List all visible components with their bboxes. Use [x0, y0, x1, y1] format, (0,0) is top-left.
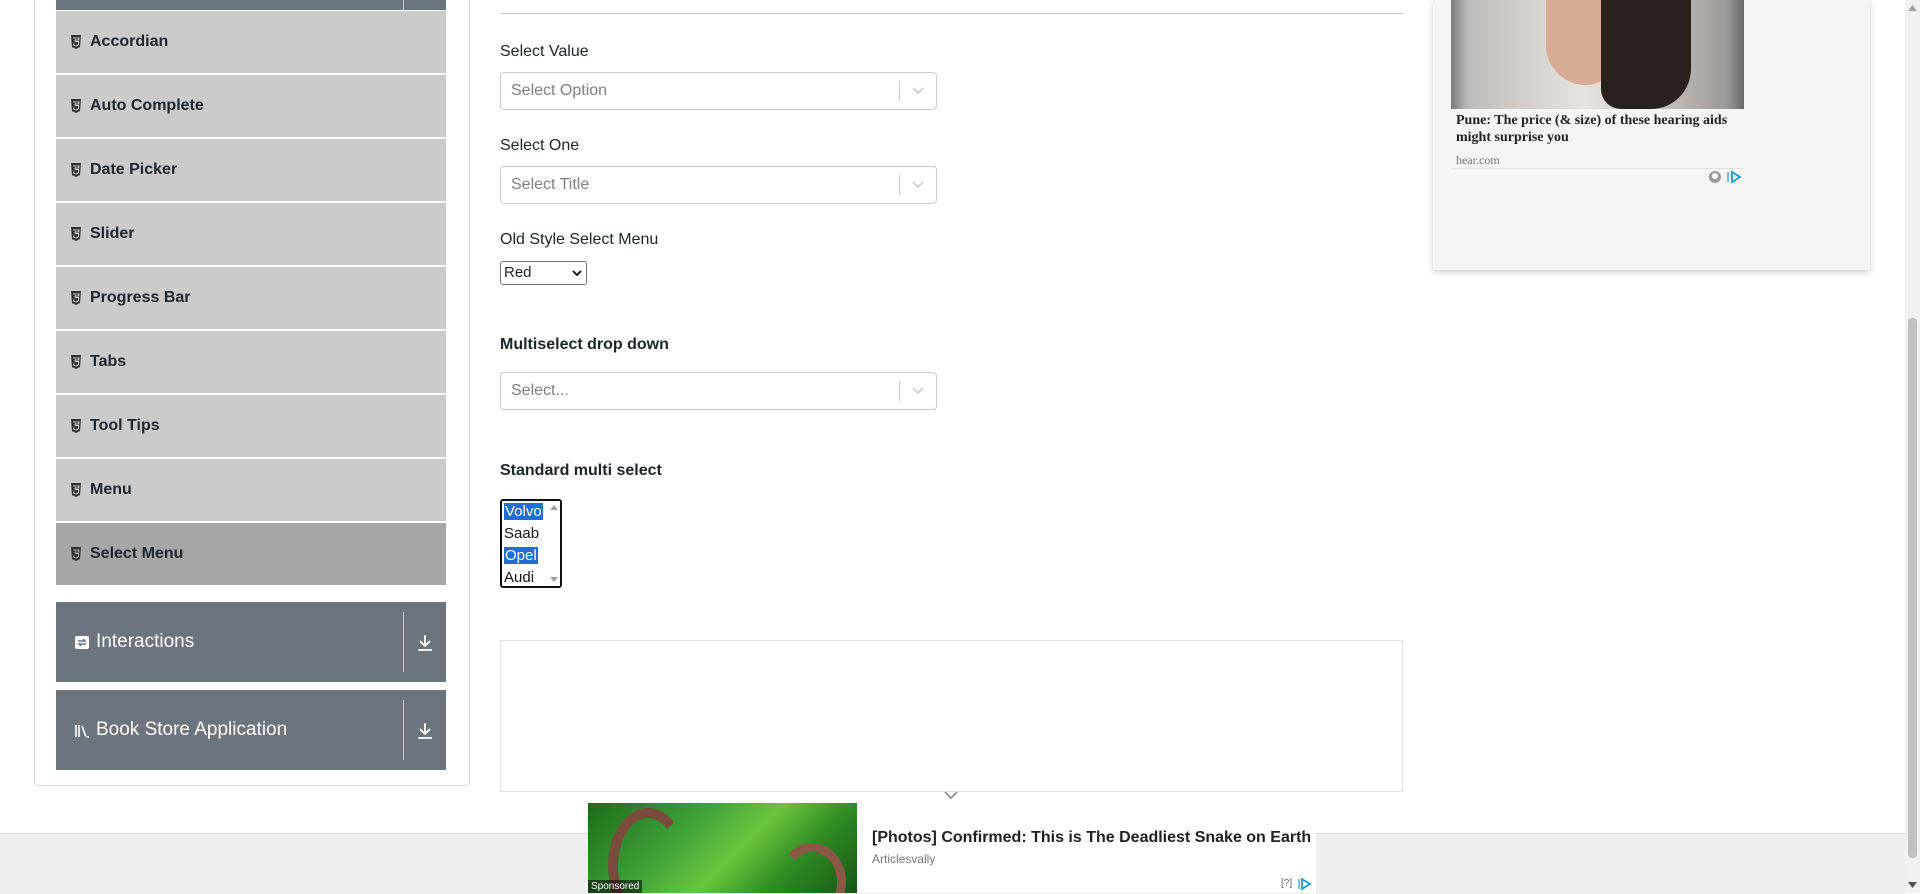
sidebar-item-slider[interactable]: Slider [56, 203, 446, 265]
scroll-down-icon[interactable] [550, 577, 558, 583]
sidebar-item-accordian[interactable]: Accordian [56, 11, 446, 73]
scrollbar[interactable] [548, 501, 560, 586]
sidebar-item-label: Accordian [90, 33, 169, 50]
sidebar-item-progress-bar[interactable]: Progress Bar [56, 267, 446, 329]
sidebar-group-interactions[interactable]: Interactions [56, 602, 446, 682]
ad-headline[interactable]: Pune: The price (& size) of these hearin… [1456, 112, 1746, 146]
adchoices-icon[interactable] [1708, 170, 1744, 184]
divider [1451, 168, 1744, 169]
chevron-down-icon[interactable] [943, 790, 959, 800]
html5-icon [71, 227, 81, 241]
scrollbar-thumb[interactable] [1908, 318, 1917, 858]
indicator-separator [899, 81, 900, 101]
ad-headline[interactable]: [Photos] Confirmed: This is The Deadlies… [872, 829, 1311, 847]
sidebar-item-menu[interactable]: Menu [56, 459, 446, 521]
dropdown-placeholder: Select Title [511, 176, 590, 193]
sidebar-group-book-store[interactable]: Book Store Application [56, 690, 446, 770]
html5-icon [71, 547, 81, 561]
select-value-label: Select Value [500, 43, 589, 60]
html5-icon [71, 355, 81, 369]
sidebar-item-label: Tool Tips [90, 417, 160, 434]
interactions-icon [75, 636, 89, 649]
html5-icon [71, 99, 81, 113]
select-one-dropdown[interactable]: Select Title [500, 166, 937, 204]
divider [500, 13, 1404, 14]
divider [403, 0, 404, 10]
old-style-label: Old Style Select Menu [500, 231, 659, 248]
indicator-separator [899, 381, 900, 401]
sidebar-item-label: Date Picker [90, 161, 178, 178]
ad-help-link[interactable]: [?] [1281, 878, 1292, 889]
bottom-advertisement[interactable]: Sponsored [Photos] Confirmed: This is Th… [588, 803, 1316, 893]
ad-placeholder [500, 640, 1403, 792]
chevron-down-icon [912, 87, 924, 95]
multiselect-dropdown[interactable]: Select... [500, 372, 937, 410]
dropdown-placeholder: Select Option [511, 82, 608, 99]
select-one-label: Select One [500, 137, 580, 154]
download-icon[interactable] [414, 632, 436, 654]
old-style-select[interactable]: Red [500, 261, 587, 285]
ad-image[interactable]: Sponsored [588, 803, 857, 893]
html5-icon [71, 35, 81, 49]
divider [403, 700, 404, 760]
select-value-dropdown[interactable]: Select Option [500, 72, 937, 110]
chevron-down-icon [912, 387, 924, 395]
ad-source[interactable]: Articlesvally [872, 852, 935, 866]
sidebar-item-label: Select Menu [90, 545, 184, 562]
adchoices-icon[interactable] [1298, 878, 1312, 890]
download-icon[interactable] [414, 720, 436, 742]
scroll-down-icon[interactable] [1907, 880, 1918, 890]
group-label: Interactions [96, 631, 195, 652]
standard-multi-select[interactable]: Volvo Saab Opel Audi [500, 499, 562, 588]
books-icon [75, 725, 89, 738]
sidebar-item-tool-tips[interactable]: Tool Tips [56, 395, 446, 457]
sponsored-label: Sponsored [588, 880, 643, 893]
group-label: Book Store Application [96, 719, 288, 740]
sidebar-item-auto-complete[interactable]: Auto Complete [56, 75, 446, 137]
multiselect-label: Multiselect drop down [500, 336, 669, 353]
sidebar-item-label: Menu [90, 481, 132, 498]
sidebar-item-tabs[interactable]: Tabs [56, 331, 446, 393]
sidebar-item-label: Progress Bar [90, 289, 191, 306]
html5-icon [71, 419, 81, 433]
sidebar-group-header-partial[interactable] [56, 0, 446, 10]
sidebar-item-label: Slider [90, 225, 135, 242]
sidebar-item-label: Auto Complete [90, 97, 204, 114]
html5-icon [71, 483, 81, 497]
chevron-down-icon [572, 270, 582, 277]
sidebar-item-label: Tabs [90, 353, 127, 370]
html5-icon [71, 291, 81, 305]
ad-source[interactable]: hear.com [1456, 153, 1500, 168]
scroll-up-icon[interactable] [550, 504, 558, 510]
ad-image[interactable] [1451, 0, 1744, 109]
sidebar-item-date-picker[interactable]: Date Picker [56, 139, 446, 201]
standard-multi-label: Standard multi select [500, 462, 662, 479]
selected-value: Red [504, 264, 532, 281]
scroll-up-icon[interactable] [1907, 3, 1918, 13]
divider [403, 612, 404, 672]
sidebar-item-select-menu[interactable]: Select Menu [56, 523, 446, 585]
chevron-down-icon [912, 181, 924, 189]
dropdown-placeholder: Select... [511, 382, 569, 399]
html5-icon [71, 163, 81, 177]
indicator-separator [899, 175, 900, 195]
